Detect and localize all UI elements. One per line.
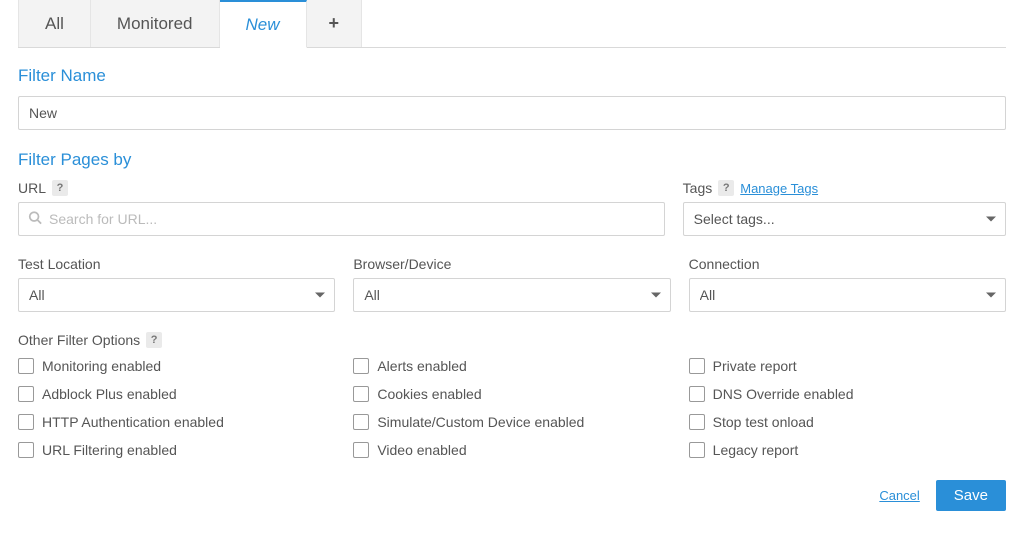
tab-new[interactable]: New (220, 0, 307, 48)
checkbox-label: Stop test onload (713, 414, 814, 430)
checkbox-label: Legacy report (713, 442, 799, 458)
checkbox-icon (18, 442, 34, 458)
checkbox-label: Alerts enabled (377, 358, 467, 374)
section-filter-name: Filter Name (18, 66, 1006, 86)
checkbox-icon (689, 414, 705, 430)
save-button[interactable]: Save (936, 480, 1006, 511)
tags-select[interactable]: Select tags... (683, 202, 1006, 236)
section-filter-pages-by: Filter Pages by (18, 150, 1006, 170)
help-icon[interactable]: ? (146, 332, 162, 348)
connection-select[interactable]: All (689, 278, 1006, 312)
checkbox-alerts-enabled[interactable]: Alerts enabled (353, 358, 670, 374)
tags-label: Tags (683, 180, 713, 196)
checkbox-monitoring-enabled[interactable]: Monitoring enabled (18, 358, 335, 374)
checkbox-icon (353, 414, 369, 430)
checkbox-icon (689, 386, 705, 402)
checkbox-icon (353, 386, 369, 402)
checkbox-icon (18, 386, 34, 402)
connection-label: Connection (689, 256, 1006, 272)
browser-device-label: Browser/Device (353, 256, 670, 272)
checkbox-icon (18, 414, 34, 430)
test-location-label: Test Location (18, 256, 335, 272)
tab-add[interactable]: + (307, 0, 363, 47)
checkbox-label: Monitoring enabled (42, 358, 161, 374)
checkbox-icon (689, 358, 705, 374)
checkbox-url-filtering-enabled[interactable]: URL Filtering enabled (18, 442, 335, 458)
checkbox-dns-override-enabled[interactable]: DNS Override enabled (689, 386, 1006, 402)
checkbox-label: DNS Override enabled (713, 386, 854, 402)
test-location-select[interactable]: All (18, 278, 335, 312)
checkbox-simulate-device-enabled[interactable]: Simulate/Custom Device enabled (353, 414, 670, 430)
checkbox-label: Adblock Plus enabled (42, 386, 177, 402)
help-icon[interactable]: ? (52, 180, 68, 196)
checkbox-cookies-enabled[interactable]: Cookies enabled (353, 386, 670, 402)
section-other-filter-options: Other Filter Options (18, 332, 140, 348)
checkbox-icon (18, 358, 34, 374)
checkbox-label: HTTP Authentication enabled (42, 414, 224, 430)
url-label: URL (18, 180, 46, 196)
url-search-input[interactable] (18, 202, 665, 236)
checkbox-stop-test-onload[interactable]: Stop test onload (689, 414, 1006, 430)
cancel-button[interactable]: Cancel (879, 488, 919, 503)
tab-bar: All Monitored New + (18, 0, 1006, 48)
checkbox-label: Cookies enabled (377, 386, 481, 402)
checkbox-private-report[interactable]: Private report (689, 358, 1006, 374)
tab-all[interactable]: All (18, 0, 91, 47)
checkbox-icon (689, 442, 705, 458)
checkbox-label: Simulate/Custom Device enabled (377, 414, 584, 430)
checkbox-label: Private report (713, 358, 797, 374)
checkbox-adblock-plus-enabled[interactable]: Adblock Plus enabled (18, 386, 335, 402)
checkbox-http-auth-enabled[interactable]: HTTP Authentication enabled (18, 414, 335, 430)
checkbox-icon (353, 358, 369, 374)
filter-name-input[interactable] (18, 96, 1006, 130)
checkbox-legacy-report[interactable]: Legacy report (689, 442, 1006, 458)
checkbox-icon (353, 442, 369, 458)
help-icon[interactable]: ? (718, 180, 734, 196)
manage-tags-link[interactable]: Manage Tags (740, 181, 818, 196)
checkbox-grid: Monitoring enabled Alerts enabled Privat… (18, 358, 1006, 458)
browser-device-select[interactable]: All (353, 278, 670, 312)
checkbox-label: URL Filtering enabled (42, 442, 177, 458)
checkbox-label: Video enabled (377, 442, 466, 458)
tab-monitored[interactable]: Monitored (91, 0, 220, 47)
checkbox-video-enabled[interactable]: Video enabled (353, 442, 670, 458)
